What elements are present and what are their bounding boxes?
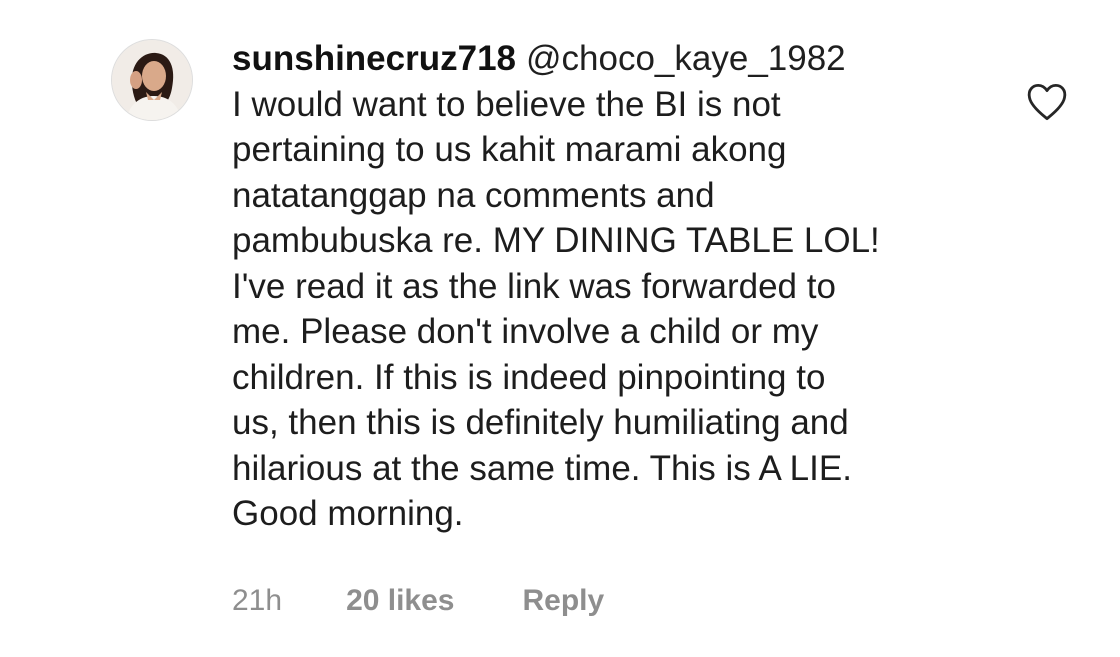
avatar[interactable]	[112, 40, 192, 120]
comment-meta: 21h 20 likes Reply	[232, 584, 604, 618]
comment-body: sunshinecruz718 @choco_kaye_1982 I would …	[232, 36, 992, 537]
comment-line: children. If this is indeed pinpointing …	[232, 357, 826, 397]
comment-line: us, then this is definitely humiliating …	[232, 403, 849, 442]
reply-button[interactable]: Reply	[523, 584, 605, 618]
likes-count-link[interactable]: 20 likes	[346, 584, 454, 618]
comment-line: natatanggap na comments and	[232, 175, 715, 215]
comment-line: I would want to believe the BI is not	[232, 84, 781, 124]
comment-text: sunshinecruz718 @choco_kaye_1982 I would …	[232, 36, 992, 537]
comment-row: sunshinecruz718 @choco_kaye_1982 I would …	[0, 0, 1120, 657]
mention-link[interactable]: @choco_kaye_1982	[526, 39, 846, 78]
comment-line: me. Please don't involve a child or my	[232, 312, 819, 351]
comment-line: pertaining to us kahit marami akong	[232, 130, 787, 169]
comment-line: hilarious at the same time. This is A LI…	[232, 448, 852, 488]
comment-line: pambubuska re. MY DINING TABLE LOL!	[232, 221, 880, 260]
username-link[interactable]: sunshinecruz718	[232, 39, 516, 78]
timestamp[interactable]: 21h	[232, 584, 282, 618]
comment-line: Good morning.	[232, 494, 464, 533]
comment-line: I've read it as the link was forwarded t…	[232, 266, 836, 306]
profile-avatar-image	[112, 40, 192, 120]
heart-icon[interactable]	[1026, 82, 1068, 122]
comment-header-line: sunshinecruz718 @choco_kaye_1982	[232, 36, 992, 82]
